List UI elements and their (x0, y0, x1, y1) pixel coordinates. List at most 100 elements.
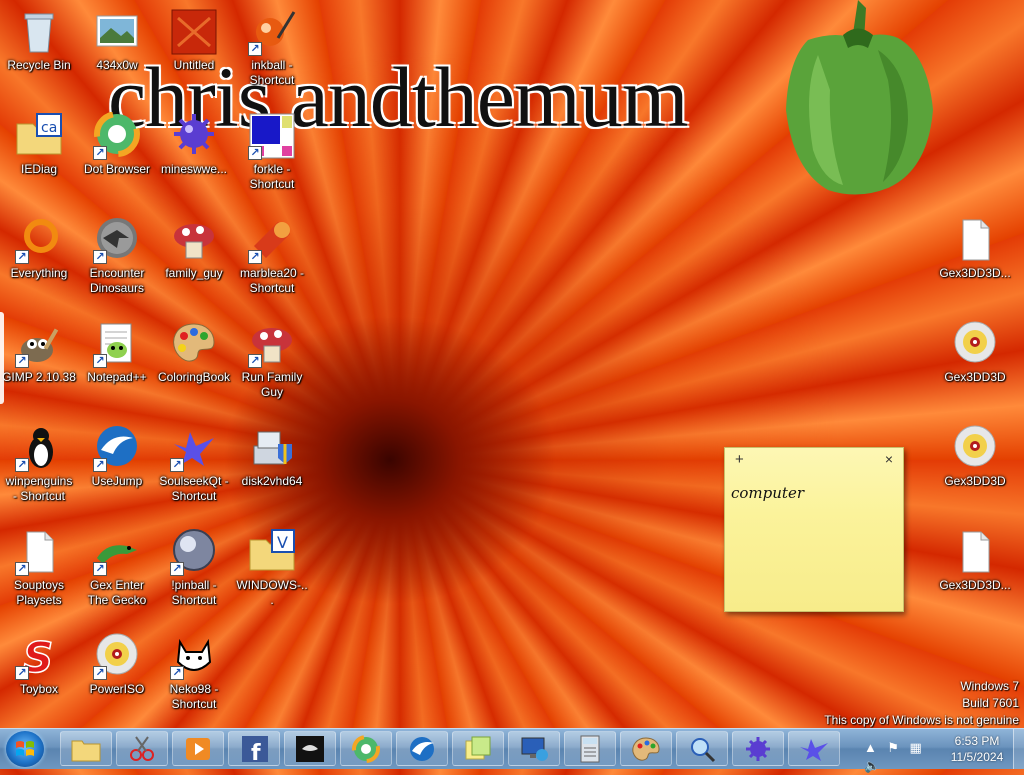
icon-label: Gex Enter The Gecko (87, 578, 147, 607)
inkball-icon: ↗ (248, 8, 296, 56)
minesweeper-icon (746, 737, 770, 761)
desktop-icon[interactable]: family_guy (155, 216, 233, 281)
sidebar-handle[interactable] (0, 312, 4, 404)
desktop-icon[interactable]: ↗ Dot Browser (78, 112, 156, 177)
desktop-icon[interactable]: Gex3DD3D... (936, 528, 1014, 593)
action-center-flag-icon[interactable]: ⚑ (887, 740, 899, 756)
close-note-button[interactable]: × (885, 451, 893, 467)
desktop-icon[interactable]: ↗ SoulseekQt - Shortcut (155, 424, 233, 504)
desktop-icon[interactable]: ↗ UseJump (78, 424, 156, 489)
desktop-icon[interactable]: ↗ marblea20 - Shortcut (233, 216, 311, 296)
desktop-icon[interactable]: S ↗ Toybox (0, 632, 78, 697)
taskbar-minesweeper[interactable] (732, 731, 784, 766)
sticky-note-text[interactable]: computer (725, 472, 903, 514)
svg-text:ca: ca (41, 120, 57, 136)
taskbar-sticky-notes[interactable] (452, 731, 504, 766)
desktop-icon[interactable]: Gex3DD3D (936, 424, 1014, 489)
taskbar-magnifier[interactable] (676, 731, 728, 766)
facebook-icon: f (242, 736, 268, 763)
genuine-watermark: Windows 7 Build 7601 This copy of Window… (824, 678, 1019, 729)
clock-time: 6:53 PM (954, 734, 1000, 748)
blank-document-icon: ↗ (15, 528, 63, 576)
desktop-icon[interactable]: ↗ Notepad++ (78, 320, 156, 385)
desktop-icon[interactable]: ↗ PowerISO (78, 632, 156, 697)
icon-label: winpenguins - Shortcut (5, 474, 73, 503)
taskbar-dark-app[interactable] (284, 731, 336, 766)
desktop-icon[interactable]: ↗ Gex Enter The Gecko (78, 528, 156, 608)
icon-label: marblea20 - Shortcut (239, 266, 305, 295)
desktop-icon[interactable]: mineswwe... (155, 112, 233, 177)
desktop-icon[interactable]: disk2vhd64 (233, 424, 311, 489)
taskbar-clock[interactable]: 6:53 PM 11/5/2024 (942, 733, 1012, 765)
desktop-icon[interactable]: Gex3DD3D... (936, 216, 1014, 281)
taskbar-paint[interactable] (620, 731, 672, 766)
dark-app-icon (296, 736, 324, 762)
desktop[interactable]: chris andthemum Recycle Bin ca IEDiag ↗ … (0, 0, 1024, 728)
desktop-icon[interactable]: V WINDOWS-... (233, 528, 311, 608)
show-desktop-button[interactable] (1013, 729, 1024, 769)
icon-label: IEDiag (20, 162, 58, 176)
green-pepper-image (786, 0, 933, 195)
taskbar-soulseek[interactable] (788, 731, 840, 766)
toybox-icon: S ↗ (15, 632, 63, 680)
shortcut-arrow-icon: ↗ (15, 666, 29, 680)
taskbar-snipping-tool[interactable] (116, 731, 168, 766)
shortcut-arrow-icon: ↗ (15, 354, 29, 368)
icon-label: Notepad++ (87, 370, 147, 384)
start-button[interactable] (6, 731, 44, 767)
desktop-icon[interactable]: Untitled (155, 8, 233, 73)
scissors-icon (130, 736, 154, 761)
watermark-build: Build 7601 (962, 696, 1019, 710)
dot-browser-icon: ↗ (93, 112, 141, 160)
show-hidden-icons-chevron-icon[interactable]: ▲ (864, 740, 877, 755)
shortcut-arrow-icon: ↗ (15, 250, 29, 264)
taskbar-usejump[interactable] (396, 731, 448, 766)
network-icon[interactable]: ▦ (909, 740, 921, 756)
jump-icon: ↗ (93, 424, 141, 472)
icon-label: family_guy (165, 266, 223, 280)
taskbar-calculator[interactable] (564, 731, 616, 766)
desktop-icon[interactable]: ↗ GIMP 2.10.38 (0, 320, 78, 385)
icon-label: Gex3DD3D (944, 474, 1006, 488)
shortcut-arrow-icon: ↗ (248, 146, 262, 160)
shortcut-arrow-icon: ↗ (170, 458, 184, 472)
shortcut-arrow-icon: ↗ (170, 562, 184, 576)
icon-label: UseJump (91, 474, 143, 488)
desktop-icon[interactable]: ↗ Neko98 - Shortcut (155, 632, 233, 712)
desktop-icon[interactable]: ↗ !pinball - Shortcut (155, 528, 233, 608)
blank-document-icon (951, 216, 999, 264)
sticky-note[interactable]: + × computer (724, 447, 904, 612)
image-file-icon (170, 8, 218, 56)
desktop-icon[interactable]: ColoringBook (155, 320, 233, 385)
taskbar-facebook[interactable]: f (228, 731, 280, 766)
taskbar-media-player[interactable] (172, 731, 224, 766)
desktop-icon[interactable]: 434x0w (78, 8, 156, 73)
icon-label: Everything (10, 266, 68, 280)
desktop-icon[interactable]: ca IEDiag (0, 112, 78, 177)
disk-installer-icon (248, 424, 296, 472)
watermark-os: Windows 7 (960, 679, 1019, 693)
add-note-button[interactable]: + (735, 451, 744, 468)
desktop-icon[interactable]: ↗ Souptoys Playsets (0, 528, 78, 608)
remote-desktop-icon (521, 737, 548, 761)
desktop-icon[interactable]: ↗ Everything (0, 216, 78, 281)
icon-label: Encounter Dinosaurs (89, 266, 145, 295)
desktop-icon[interactable]: ↗ Encounter Dinosaurs (78, 216, 156, 296)
desktop-icon[interactable]: ↗ winpenguins - Shortcut (0, 424, 78, 504)
desktop-icon[interactable]: Gex3DD3D (936, 320, 1014, 385)
desktop-icon[interactable]: ↗ forkle - Shortcut (233, 112, 311, 192)
forkle-icon: ↗ (248, 112, 296, 160)
taskbar-dot-browser[interactable] (340, 731, 392, 766)
desktop-icon[interactable]: ↗ Run Family Guy (233, 320, 311, 400)
desktop-icon[interactable]: Recycle Bin (0, 8, 78, 73)
mushroom-game-icon (170, 216, 218, 264)
desktop-icon[interactable]: ↗ inkball - Shortcut (233, 8, 311, 88)
shortcut-arrow-icon: ↗ (248, 42, 262, 56)
taskbar-explorer[interactable] (60, 731, 112, 766)
taskbar-remote-desktop[interactable] (508, 731, 560, 766)
icon-label: forkle - Shortcut (249, 162, 295, 191)
sticky-note-titlebar[interactable]: + × (725, 448, 903, 472)
sticky-notes-icon (465, 736, 491, 760)
volume-muted-icon[interactable]: 🔈 (864, 758, 880, 774)
paint-palette-icon (632, 737, 660, 761)
